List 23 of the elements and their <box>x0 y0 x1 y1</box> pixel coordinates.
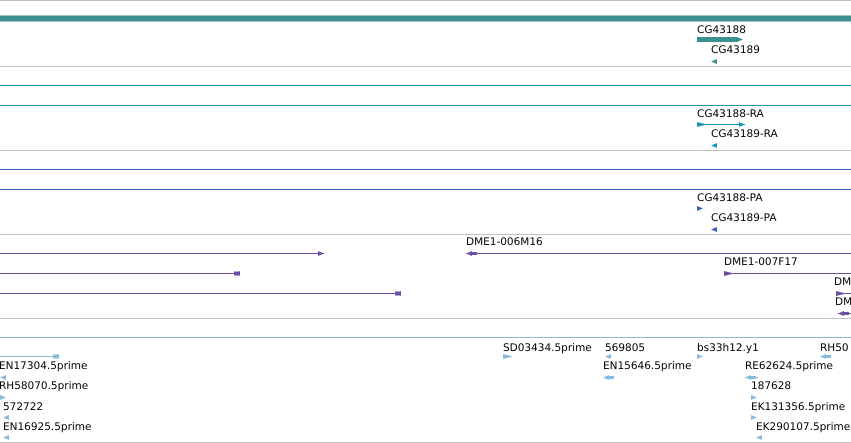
feature-label: 569805 <box>605 342 646 354</box>
feature-label: DME1-007F17 <box>724 256 798 268</box>
feature-label: EK290107.5prime <box>756 421 850 433</box>
feature-label: CG43189-RA <box>711 128 778 140</box>
feature-label: SD03434.5prime <box>503 342 592 354</box>
feature-label: EN15646.5prime <box>603 360 692 372</box>
feature-label: bs33h12.y1 <box>697 342 759 354</box>
feature-label: 572722 <box>3 401 44 413</box>
feature-label: RH58070.5prime <box>0 380 88 392</box>
feature-label: DME1-006M16 <box>466 236 543 248</box>
feature-label: RE62624.5prime <box>745 360 833 372</box>
feature-label: EK131356.5prime <box>751 401 846 413</box>
feature-label: DM <box>834 276 851 288</box>
feature-label: EN17304.5prime <box>0 360 88 372</box>
feature-label: 187628 <box>751 380 792 392</box>
feature-label: CG43189-PA <box>711 212 777 224</box>
feature-label: CG43188-PA <box>697 192 763 204</box>
feature-label: DM <box>835 296 851 308</box>
feature-label: CG43189 <box>711 44 760 56</box>
feature-label: CG43188 <box>697 24 746 36</box>
feature-label: EN16925.5prime <box>3 421 92 433</box>
feature-label: CG43188-RA <box>697 108 764 120</box>
feature-label: RH50 <box>820 342 849 354</box>
